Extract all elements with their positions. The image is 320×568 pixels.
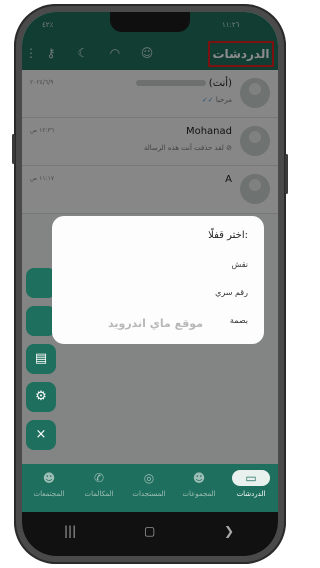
close-icon[interactable]: × — [26, 420, 56, 450]
phone-frame: ٤٢٪ ١١:٢٦ ⋮ ⚷ ☾ ◠ ☺ الدردشات (أنت) ✓✓ مر… — [12, 4, 288, 564]
chat-bubbles-icon: ▭ — [232, 470, 270, 486]
document-icon[interactable]: ▤ — [26, 344, 56, 374]
bottom-nav: ▭ الدردشات ☻ المجموعات ◎ المستجدات ✆ الم… — [22, 464, 278, 512]
dialog-title: اختر قفلًا: — [208, 230, 248, 241]
volume-button — [12, 134, 15, 164]
power-button — [285, 154, 288, 194]
tab-status[interactable]: ◎ المستجدات — [124, 470, 174, 498]
lock-picker-dialog: اختر قفلًا: نقش رقم سري بصمة موقع ماي ان… — [52, 216, 264, 344]
phone-icon: ✆ — [93, 471, 105, 485]
tab-calls[interactable]: ✆ المكالمات — [74, 470, 124, 498]
back-icon[interactable]: ❯ — [224, 524, 234, 538]
recents-icon[interactable]: ||| — [64, 524, 76, 538]
settings-gear-icon[interactable]: ⚙ — [26, 382, 56, 412]
tab-chats[interactable]: ▭ الدردشات — [226, 470, 276, 498]
status-icon: ◎ — [143, 471, 155, 485]
option-pin[interactable]: رقم سري — [215, 288, 248, 297]
option-pattern[interactable]: نقش — [232, 260, 248, 269]
system-nav-bar: ||| ▢ ❯ — [22, 512, 278, 556]
groups-icon: ☻ — [192, 471, 206, 485]
home-icon[interactable]: ▢ — [144, 524, 155, 538]
screen: ٤٢٪ ١١:٢٦ ⋮ ⚷ ☾ ◠ ☺ الدردشات (أنت) ✓✓ مر… — [22, 12, 278, 556]
watermark: موقع ماي اندرويد — [108, 317, 204, 330]
tab-communities[interactable]: ☻ المجتمعات — [24, 470, 74, 498]
tab-groups[interactable]: ☻ المجموعات — [174, 470, 224, 498]
option-fingerprint[interactable]: بصمة — [230, 316, 248, 325]
communities-icon: ☻ — [42, 471, 56, 485]
